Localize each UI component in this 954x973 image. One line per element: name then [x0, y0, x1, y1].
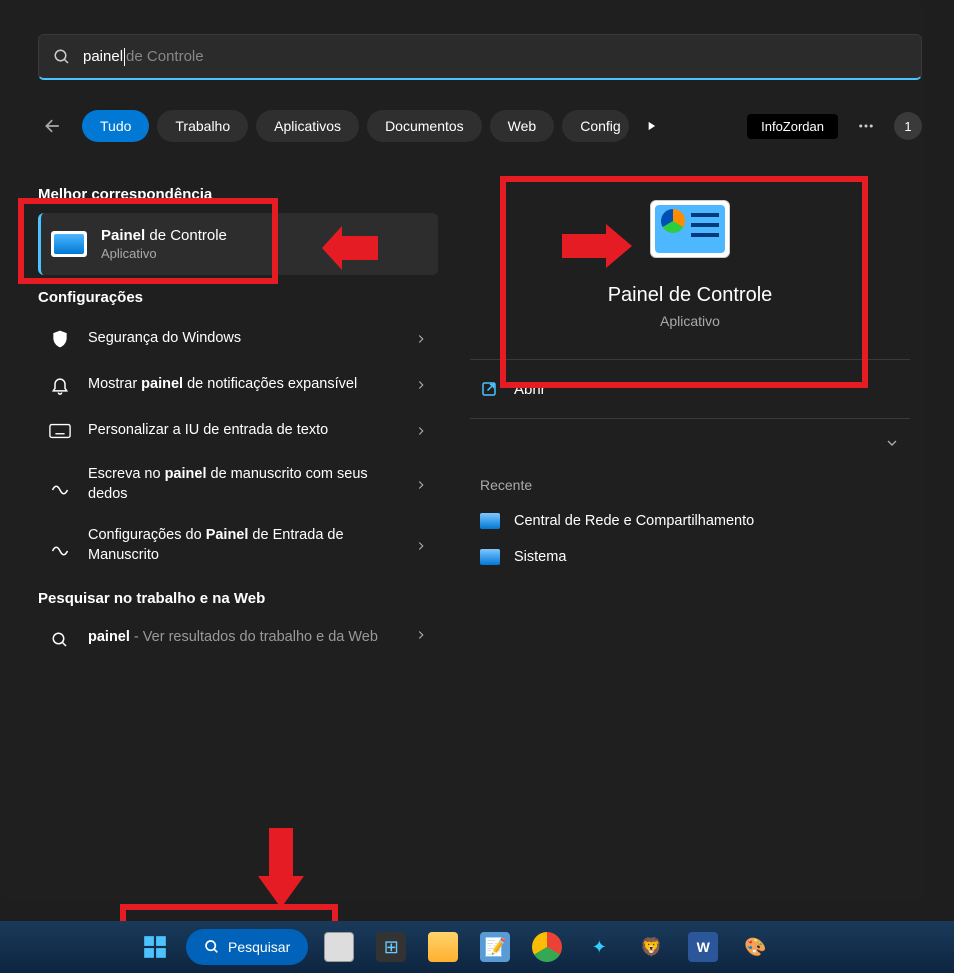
setting-text: Mostrar painel de notificações expansíve… [88, 375, 398, 395]
chevron-right-icon [414, 539, 428, 553]
search-input[interactable]: painel de Controle [38, 34, 922, 80]
file-explorer-app[interactable] [422, 926, 464, 968]
handwriting-icon [48, 534, 72, 558]
keyboard-icon [48, 419, 72, 443]
paint-app[interactable]: 🎨 [734, 926, 776, 968]
setting-notification-panel[interactable]: Mostrar painel de notificações expansíve… [38, 362, 438, 408]
preview-right-column: Painel de Controle Aplicativo Abrir Rece… [470, 172, 910, 575]
preview-title: Painel de Controle [470, 284, 910, 307]
chevron-down-icon [884, 435, 900, 451]
chevron-right-icon [414, 378, 428, 392]
setting-handwriting-fingers[interactable]: Escreva no painel de manuscrito com seus… [38, 454, 438, 515]
search-icon [48, 628, 72, 652]
bell-icon [48, 373, 72, 397]
search-typed-text: painel [83, 48, 123, 65]
annotation-arrow-right [562, 224, 632, 268]
web-search-item[interactable]: painel - Ver resultados do trabalho e da… [38, 617, 438, 663]
tab-all[interactable]: Tudo [82, 110, 149, 142]
search-icon [53, 48, 71, 66]
shield-icon [48, 327, 72, 351]
web-search-text: painel - Ver resultados do trabalho e da… [88, 628, 398, 648]
open-action[interactable]: Abrir [470, 366, 910, 412]
control-panel-small-icon [480, 549, 500, 565]
word-app[interactable]: W [682, 926, 724, 968]
chevron-right-icon [414, 628, 428, 642]
results-left-column: Melhor correspondência Painel de Control… [38, 172, 438, 663]
preview-subtitle: Aplicativo [470, 313, 910, 329]
notepad-app[interactable]: 📝 [474, 926, 516, 968]
setting-text: Escreva no painel de manuscrito com seus… [88, 465, 398, 504]
tab-documents[interactable]: Documentos [367, 110, 482, 142]
open-external-icon [480, 380, 498, 398]
setting-text-input-ui[interactable]: Personalizar a IU de entrada de texto [38, 408, 438, 454]
tab-apps[interactable]: Aplicativos [256, 110, 359, 142]
divider [470, 418, 910, 419]
back-button[interactable] [38, 111, 68, 141]
setting-handwriting-panel[interactable]: Configurações do Painel de Entrada de Ma… [38, 515, 438, 576]
annotation-arrow-down [258, 828, 304, 908]
calculator-app[interactable]: ⊞ [370, 926, 412, 968]
recent-section-title: Recente [470, 461, 910, 503]
expand-button[interactable] [470, 425, 910, 461]
search-suggestion-text: de Controle [126, 48, 204, 65]
chevron-right-icon [414, 332, 428, 346]
brave-app[interactable]: 🦁 [630, 926, 672, 968]
task-view-button[interactable] [318, 926, 360, 968]
start-button[interactable] [134, 926, 176, 968]
best-match-subtitle: Aplicativo [101, 246, 227, 261]
tab-settings-partial[interactable]: Config [562, 110, 628, 142]
section-settings-title: Configurações [38, 289, 438, 306]
best-match-item[interactable]: Painel de Controle Aplicativo [38, 213, 438, 275]
more-options-button[interactable] [852, 112, 880, 140]
recent-item-system[interactable]: Sistema [470, 539, 910, 575]
annotation-arrow-left [322, 226, 378, 270]
control-panel-small-icon [480, 513, 500, 529]
tabs-more-button[interactable] [637, 112, 665, 140]
recent-item-network[interactable]: Central de Rede e Compartilhamento [470, 503, 910, 539]
section-best-match-title: Melhor correspondência [38, 186, 438, 203]
search-icon [204, 939, 220, 955]
chevron-right-icon [414, 478, 428, 492]
avatar[interactable]: 1 [894, 112, 922, 140]
control-panel-icon [51, 231, 87, 257]
control-panel-icon-large [650, 200, 730, 258]
brand-badge: InfoZordan [747, 114, 838, 139]
chevron-right-icon [414, 424, 428, 438]
preview-header: Painel de Controle Aplicativo [470, 172, 910, 353]
filter-tabs: Tudo Trabalho Aplicativos Documentos Web… [38, 108, 922, 144]
handwriting-icon [48, 473, 72, 497]
setting-text: Configurações do Painel de Entrada de Ma… [88, 526, 398, 565]
tab-work[interactable]: Trabalho [157, 110, 248, 142]
divider [470, 359, 910, 360]
taskbar-search-button[interactable]: Pesquisar [186, 929, 308, 965]
setting-windows-security[interactable]: Segurança do Windows [38, 316, 438, 362]
search-panel: painel de Controle Tudo Trabalho Aplicat… [0, 0, 924, 900]
app-icon[interactable]: ✦ [578, 926, 620, 968]
text-cursor [124, 48, 125, 66]
section-web-title: Pesquisar no trabalho e na Web [38, 590, 438, 607]
chrome-app[interactable] [526, 926, 568, 968]
best-match-title: Painel de Controle [101, 227, 227, 244]
tab-web[interactable]: Web [490, 110, 555, 142]
taskbar: Pesquisar ⊞ 📝 ✦ 🦁 W 🎨 [0, 921, 954, 973]
